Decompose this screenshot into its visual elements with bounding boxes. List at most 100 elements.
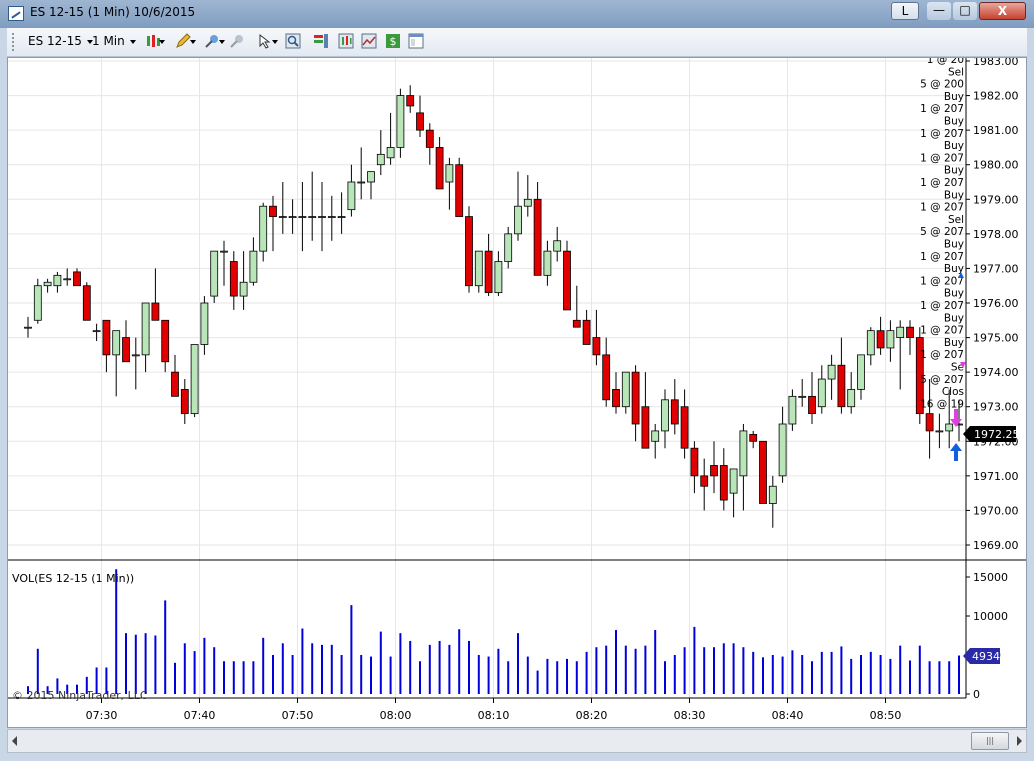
template-icon[interactable] [408,33,424,49]
candle-down[interactable] [161,319,170,363]
candle-down[interactable] [837,364,846,408]
candle-up[interactable] [288,216,297,218]
candle-down[interactable] [73,271,81,287]
candle-up[interactable] [445,164,454,183]
candle-up[interactable] [63,278,72,281]
chart-canvas[interactable]: 1983.00 1982.00 1981.00 1980.00 1979.00 1978.… [8,58,1026,727]
candle-down[interactable] [631,371,640,425]
candle-down[interactable] [416,112,424,131]
candle-down[interactable] [563,250,571,311]
instrument-selector[interactable]: ES 12-15 [28,34,93,48]
candle-up[interactable] [190,344,199,415]
scroll-right-icon[interactable] [1017,736,1022,746]
strategy-icon[interactable] [229,33,245,49]
candle-up[interactable] [474,250,483,287]
candle-down[interactable] [406,95,415,107]
price-axis[interactable]: 1983.00 1982.00 1981.00 1980.00 1979.00 1978.… [966,58,1019,552]
chart-trader-icon[interactable] [313,33,329,49]
candle-down[interactable] [122,337,130,363]
candle-up[interactable] [621,371,630,408]
candle-up[interactable] [396,95,405,148]
horizontal-scrollbar[interactable]: ||| [7,729,1027,753]
candle-down[interactable] [906,326,914,338]
candle-up[interactable] [92,330,101,333]
candle-down[interactable] [808,395,816,415]
candle-up[interactable] [935,430,944,433]
candle-up[interactable] [220,250,228,253]
data-series-icon[interactable] [338,33,354,49]
candle-down[interactable] [759,440,767,504]
candle-up[interactable] [768,485,777,504]
candle-up[interactable] [210,250,219,297]
candle-up[interactable] [249,250,258,283]
chevron-down-icon[interactable] [219,40,225,44]
candle-up[interactable] [778,423,787,477]
candle-down[interactable] [612,389,620,408]
chart-properties-icon[interactable] [361,33,377,49]
maximize-button[interactable]: □ [953,2,977,20]
candle-up[interactable] [239,281,248,297]
candle-down[interactable] [484,250,493,294]
candle-down[interactable] [641,406,650,449]
interval-selector[interactable]: 1 Min [92,34,136,48]
candle-up[interactable] [739,430,748,477]
candle-up[interactable] [514,205,522,235]
candle-up[interactable] [661,399,669,432]
volume-axis[interactable]: 150001000050000 [966,571,1008,701]
candle-up[interactable] [553,240,562,252]
candle-up[interactable] [866,330,875,356]
candle-down[interactable] [690,447,699,477]
candle-down[interactable] [151,302,160,321]
zoom-icon[interactable] [285,33,301,49]
candle-up[interactable] [43,281,52,287]
candle-up[interactable] [24,326,32,329]
candle-up[interactable] [327,216,336,218]
link-button[interactable]: L [891,2,919,20]
candle-down[interactable] [171,371,179,397]
candle-up[interactable] [33,285,42,321]
candle-up[interactable] [278,216,287,218]
candle-up[interactable] [259,205,268,252]
candle-down[interactable] [925,413,934,432]
candle-down[interactable] [582,319,591,345]
candle-up[interactable] [729,468,738,494]
candle-up[interactable] [857,354,865,390]
pointer-icon[interactable] [257,33,273,49]
toolbar-grip[interactable] [12,33,17,51]
candle-up[interactable] [308,216,317,218]
candle-up[interactable] [141,302,150,356]
candle-up[interactable] [788,395,797,425]
candle-up[interactable] [523,198,532,207]
candle-up[interactable] [53,274,62,287]
candle-up[interactable] [298,216,307,218]
candle-down[interactable] [82,285,91,321]
candle-down[interactable] [572,319,581,328]
candle-down[interactable] [602,354,611,401]
candle-down[interactable] [465,216,473,287]
close-button[interactable]: X [979,2,1026,20]
candle-down[interactable] [435,147,444,190]
candle-up[interactable] [896,326,905,338]
candle-down[interactable] [425,129,434,148]
candle-down[interactable] [102,319,111,356]
candle-up[interactable] [886,330,895,349]
chevron-down-icon[interactable] [190,40,196,44]
candle-up[interactable] [112,330,121,356]
candle-up[interactable] [543,250,552,276]
candle-up[interactable] [318,216,326,218]
candle-down[interactable] [455,164,464,217]
candle-up[interactable] [376,153,385,166]
candle-up[interactable] [504,233,513,262]
candle-down[interactable] [680,406,689,449]
candle-up[interactable] [651,430,660,442]
candle-up[interactable] [200,302,209,345]
candle-up[interactable] [131,354,140,357]
candle-down[interactable] [229,261,238,297]
drawing-pencil-icon[interactable] [175,33,191,49]
dollar-icon[interactable]: $ [385,33,401,49]
candle-down[interactable] [533,198,542,276]
candle-down[interactable] [670,399,679,425]
chart-area[interactable]: 1983.00 1982.00 1981.00 1980.00 1979.00 1978.… [7,57,1027,728]
candle-up[interactable] [386,147,395,159]
candle-down[interactable] [592,337,601,356]
